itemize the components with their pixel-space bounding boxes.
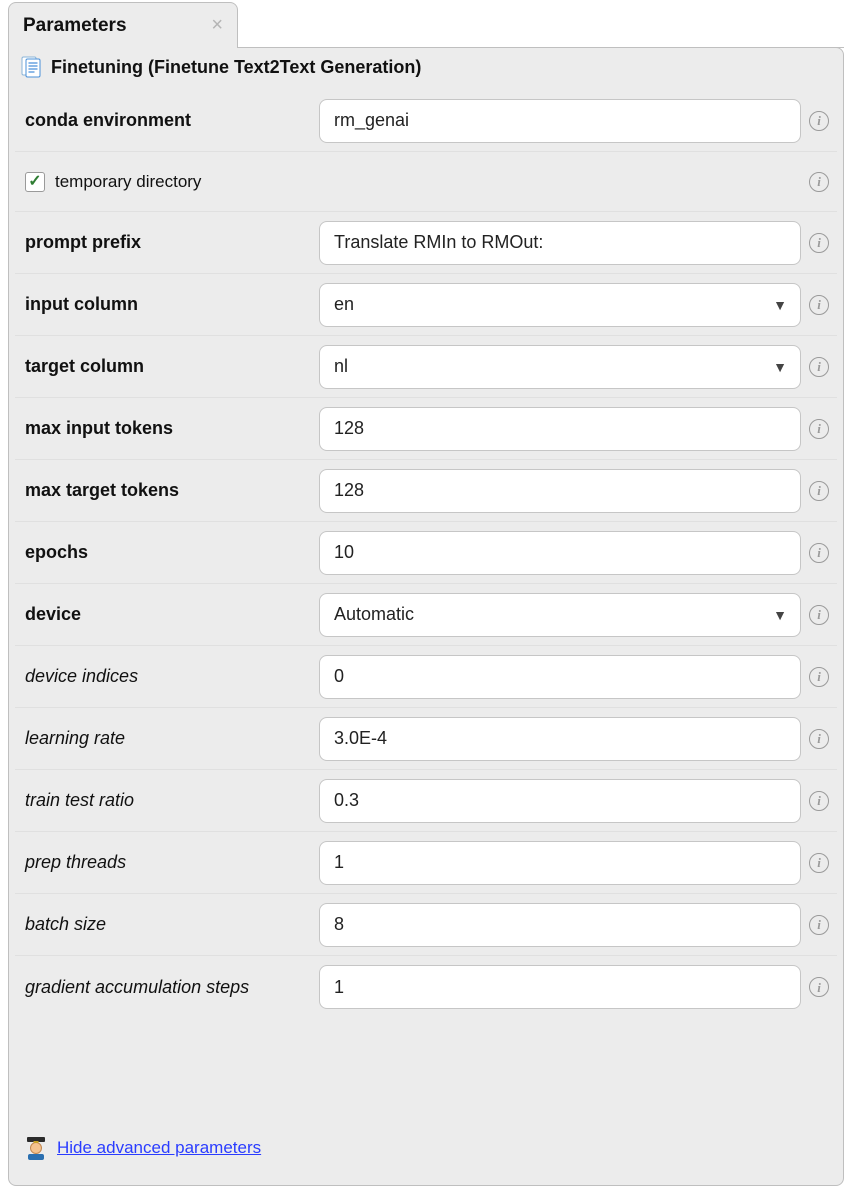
label-prep-threads: prep threads: [19, 852, 319, 873]
info-icon[interactable]: i: [809, 853, 829, 873]
panel-body: Finetuning (Finetune Text2Text Generatio…: [8, 47, 844, 1186]
info-icon[interactable]: i: [809, 481, 829, 501]
row-target-column: target column ▼ i: [15, 336, 837, 398]
row-device-indices: device indices i: [15, 646, 837, 708]
info-icon[interactable]: i: [809, 915, 829, 935]
row-input-column: input column ▼ i: [15, 274, 837, 336]
row-device: device ▼ i: [15, 584, 837, 646]
temporary-directory-checkbox[interactable]: ✓: [25, 172, 45, 192]
label-train-test-ratio: train test ratio: [19, 790, 319, 811]
label-device: device: [19, 604, 319, 625]
label-prompt-prefix: prompt prefix: [19, 232, 319, 253]
info-icon[interactable]: i: [809, 729, 829, 749]
info-icon[interactable]: i: [809, 791, 829, 811]
label-epochs: epochs: [19, 542, 319, 563]
label-max-input-tokens: max input tokens: [19, 418, 319, 439]
device-select[interactable]: [319, 593, 801, 637]
info-icon[interactable]: i: [809, 233, 829, 253]
mentor-icon: [25, 1135, 47, 1161]
label-temporary-directory: temporary directory: [55, 172, 201, 192]
info-icon[interactable]: i: [809, 111, 829, 131]
device-indices-input[interactable]: [319, 655, 801, 699]
max-target-tokens-input[interactable]: [319, 469, 801, 513]
info-icon[interactable]: i: [809, 419, 829, 439]
info-icon[interactable]: i: [809, 172, 829, 192]
label-target-column: target column: [19, 356, 319, 377]
max-input-tokens-input[interactable]: [319, 407, 801, 451]
gradient-accumulation-steps-input[interactable]: [319, 965, 801, 1009]
operator-header: Finetuning (Finetune Text2Text Generatio…: [9, 48, 843, 90]
row-learning-rate: learning rate i: [15, 708, 837, 770]
train-test-ratio-input[interactable]: [319, 779, 801, 823]
prompt-prefix-input[interactable]: [319, 221, 801, 265]
tab-parameters[interactable]: Parameters ×: [8, 2, 238, 48]
label-input-column: input column: [19, 294, 319, 315]
label-gradient-accumulation-steps: gradient accumulation steps: [19, 977, 319, 998]
info-icon[interactable]: i: [809, 977, 829, 997]
prep-threads-input[interactable]: [319, 841, 801, 885]
checkmark-icon: ✓: [28, 174, 41, 190]
row-max-input-tokens: max input tokens i: [15, 398, 837, 460]
label-max-target-tokens: max target tokens: [19, 480, 319, 501]
batch-size-input[interactable]: [319, 903, 801, 947]
close-icon[interactable]: ×: [211, 15, 223, 35]
row-batch-size: batch size i: [15, 894, 837, 956]
row-conda-environment: conda environment i: [15, 90, 837, 152]
label-conda-environment: conda environment: [19, 110, 319, 131]
label-batch-size: batch size: [19, 914, 319, 935]
row-train-test-ratio: train test ratio i: [15, 770, 837, 832]
label-learning-rate: learning rate: [19, 728, 319, 749]
info-icon[interactable]: i: [809, 543, 829, 563]
target-column-select[interactable]: [319, 345, 801, 389]
info-icon[interactable]: i: [809, 605, 829, 625]
learning-rate-input[interactable]: [319, 717, 801, 761]
row-max-target-tokens: max target tokens i: [15, 460, 837, 522]
tab-bar: Parameters ×: [0, 0, 852, 49]
info-icon[interactable]: i: [809, 295, 829, 315]
info-icon[interactable]: i: [809, 667, 829, 687]
epochs-input[interactable]: [319, 531, 801, 575]
advanced-footer: Hide advanced parameters: [25, 1135, 261, 1161]
parameter-rows: conda environment i ✓ temporary director…: [9, 90, 843, 1018]
tab-title: Parameters: [23, 15, 127, 37]
row-gradient-accumulation-steps: gradient accumulation steps i: [15, 956, 837, 1018]
hide-advanced-link[interactable]: Hide advanced parameters: [57, 1138, 261, 1158]
row-prep-threads: prep threads i: [15, 832, 837, 894]
row-temporary-directory: ✓ temporary directory i: [15, 152, 837, 212]
operator-title: Finetuning (Finetune Text2Text Generatio…: [51, 57, 421, 78]
document-icon: [21, 56, 41, 78]
label-device-indices: device indices: [19, 666, 319, 687]
input-column-select[interactable]: [319, 283, 801, 327]
row-epochs: epochs i: [15, 522, 837, 584]
parameters-panel: Parameters × Finetuning (Finetune Text2T…: [0, 0, 852, 1194]
row-prompt-prefix: prompt prefix i: [15, 212, 837, 274]
panel-top-border: [237, 47, 844, 48]
info-icon[interactable]: i: [809, 357, 829, 377]
conda-environment-input[interactable]: [319, 99, 801, 143]
